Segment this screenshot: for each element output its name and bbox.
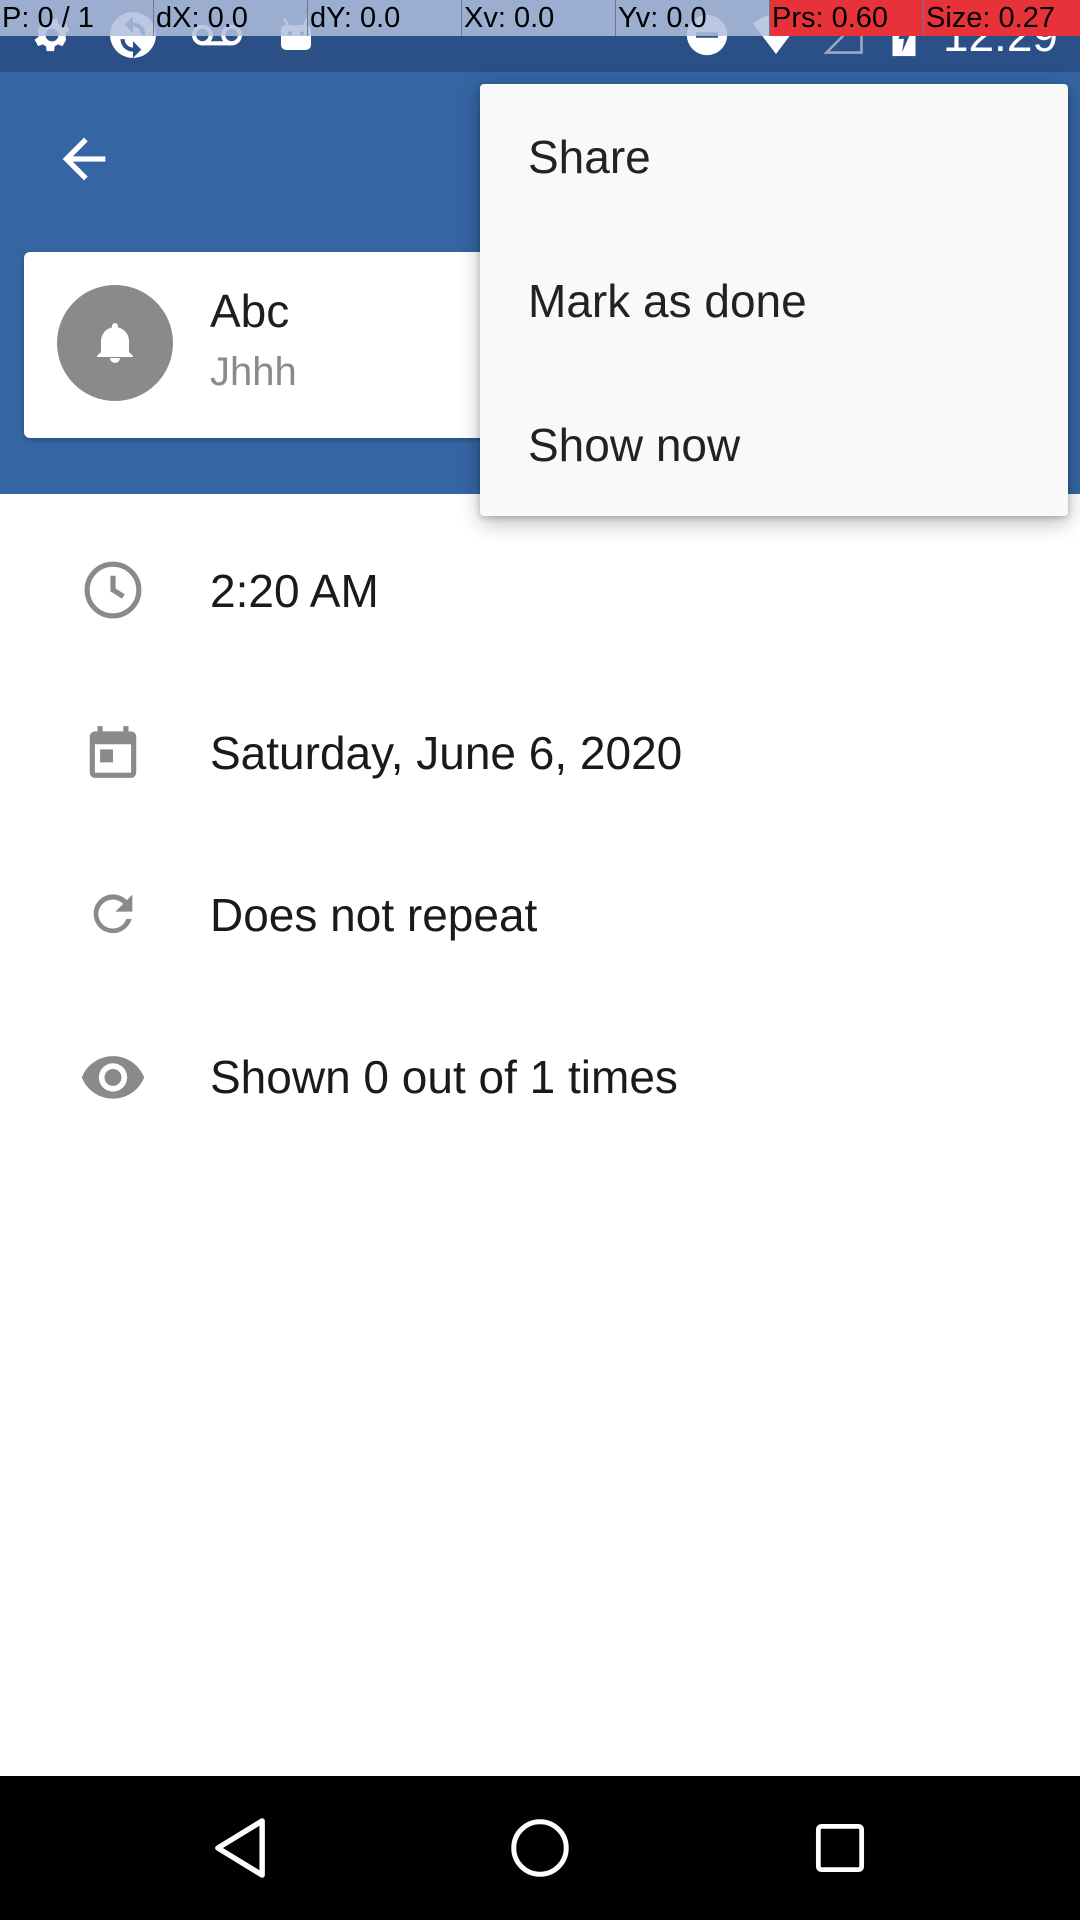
overflow-menu: Share Mark as done Show now xyxy=(480,84,1068,516)
reminder-subtitle: Jhhh xyxy=(210,350,297,394)
menu-item-show-now[interactable]: Show now xyxy=(480,372,1068,516)
pointer-yv: Yv: 0.0 xyxy=(616,0,770,36)
detail-repeat-text: Does not repeat xyxy=(210,889,538,941)
detail-row-time: 2:20 AM xyxy=(0,530,1080,650)
clock-icon xyxy=(78,560,148,620)
menu-item-mark-as-done[interactable]: Mark as done xyxy=(480,228,1068,372)
repeat-icon xyxy=(78,884,148,944)
pointer-location-overlay: P: 0 / 1 dX: 0.0 dY: 0.0 Xv: 0.0 Yv: 0.0… xyxy=(0,0,1080,36)
eye-icon xyxy=(78,1046,148,1106)
detail-time-text: 2:20 AM xyxy=(210,565,379,617)
detail-date-text: Saturday, June 6, 2020 xyxy=(210,727,683,779)
back-triangle-icon xyxy=(215,1818,265,1878)
back-button[interactable] xyxy=(52,127,116,191)
menu-item-show-now-label: Show now xyxy=(528,419,741,471)
nav-recents-button[interactable] xyxy=(790,1798,890,1898)
pointer-dx: dX: 0.0 xyxy=(154,0,308,36)
pointer-count: P: 0 / 1 xyxy=(0,0,154,36)
menu-item-share[interactable]: Share xyxy=(480,84,1068,228)
navigation-bar xyxy=(0,1776,1080,1920)
pointer-pressure: Prs: 0.60 xyxy=(770,0,924,36)
nav-home-button[interactable] xyxy=(490,1798,590,1898)
detail-row-date: Saturday, June 6, 2020 xyxy=(0,692,1080,812)
pointer-dy: dY: 0.0 xyxy=(308,0,462,36)
reminder-title: Abc xyxy=(210,285,290,337)
pointer-size: Size: 0.27 xyxy=(924,0,1080,36)
detail-shown-text: Shown 0 out of 1 times xyxy=(210,1051,678,1103)
bell-icon xyxy=(97,323,133,363)
recents-square-icon xyxy=(815,1823,865,1873)
pointer-xv: Xv: 0.0 xyxy=(462,0,616,36)
detail-row-shown: Shown 0 out of 1 times xyxy=(0,1016,1080,1136)
calendar-icon xyxy=(78,722,148,782)
detail-row-repeat: Does not repeat xyxy=(0,854,1080,974)
nav-back-button[interactable] xyxy=(190,1798,290,1898)
menu-item-share-label: Share xyxy=(528,131,651,183)
menu-item-mark-as-done-label: Mark as done xyxy=(528,275,807,327)
home-circle-icon xyxy=(511,1819,569,1877)
reminder-avatar xyxy=(57,285,173,401)
arrow-back-icon xyxy=(62,137,106,181)
